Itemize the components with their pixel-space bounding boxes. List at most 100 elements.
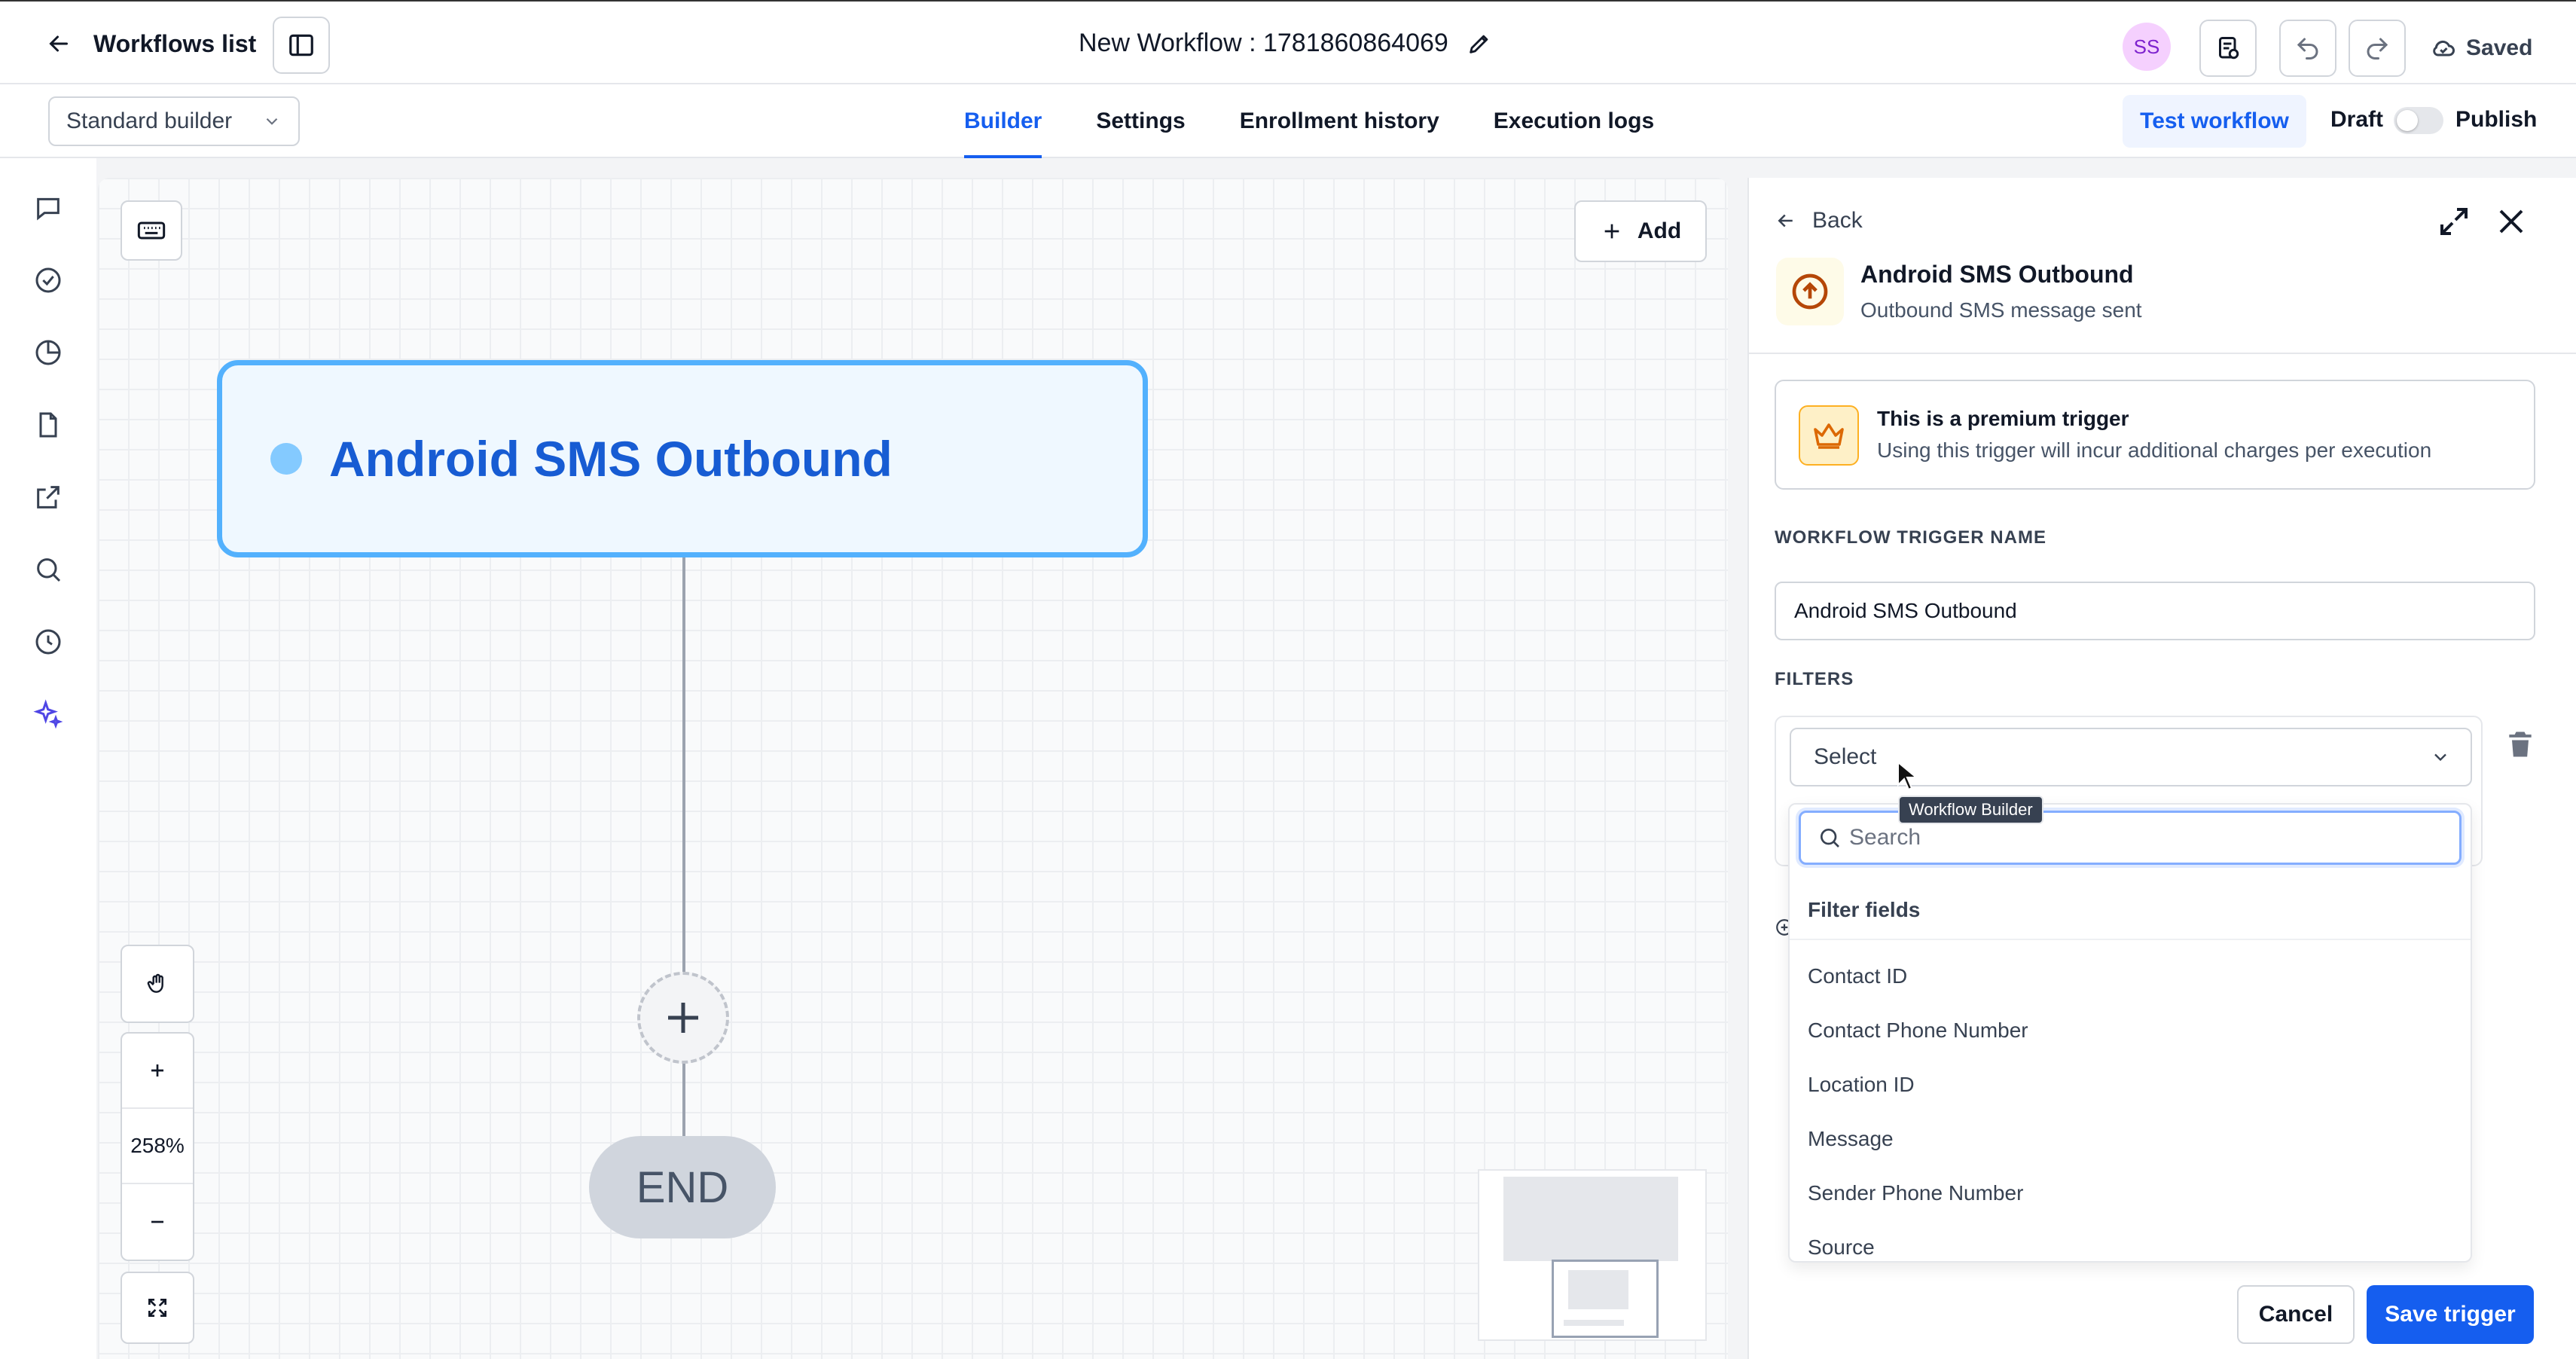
- zoom-out-button[interactable]: [122, 1184, 193, 1260]
- dropdown-option-sender-phone[interactable]: Sender Phone Number: [1808, 1181, 2023, 1205]
- dropdown-option-message[interactable]: Message: [1808, 1127, 1894, 1151]
- trigger-name-input[interactable]: Android SMS Outbound: [1775, 582, 2535, 640]
- zoom-controls: 258%: [121, 1032, 194, 1261]
- left-rail: [0, 158, 96, 1359]
- draft-label: Draft: [2330, 107, 2384, 132]
- workflow-doc-button[interactable]: [2199, 20, 2257, 77]
- check-circle-icon[interactable]: [30, 262, 66, 298]
- cancel-button[interactable]: Cancel: [2237, 1285, 2355, 1344]
- trigger-status-dot: [270, 443, 302, 475]
- filter-fields-dropdown: Filter fields Contact ID Contact Phone N…: [1788, 803, 2472, 1263]
- sparkle-icon[interactable]: [30, 696, 66, 732]
- redo-icon: [2367, 38, 2388, 60]
- zoom-in-button[interactable]: [122, 1034, 193, 1109]
- plus-icon: [1604, 224, 1619, 239]
- divider: [1749, 353, 2576, 354]
- builder-type-value: Standard builder: [66, 108, 233, 133]
- close-icon[interactable]: [2493, 203, 2529, 240]
- filter-field-select[interactable]: Select: [1790, 728, 2472, 786]
- add-node-button[interactable]: Add: [1574, 200, 1707, 262]
- top-bar: Workflows list New Workflow : 1781860864…: [0, 0, 2576, 84]
- minimap-node: [1503, 1177, 1678, 1261]
- fit-view-button[interactable]: [122, 1273, 193, 1342]
- workflows-list-back-link[interactable]: Workflows list: [45, 24, 256, 63]
- end-node: END: [589, 1136, 776, 1238]
- keyboard-shortcuts-button[interactable]: [121, 200, 182, 261]
- test-workflow-button[interactable]: Test workflow: [2123, 95, 2306, 148]
- trigger-node-label: Android SMS Outbound: [329, 431, 893, 487]
- tab-enrollment-history[interactable]: Enrollment history: [1240, 84, 1439, 158]
- trigger-settings-panel: Back Android SMS Outbound Outbound SMS m…: [1747, 178, 2576, 1359]
- dropdown-search-input[interactable]: [1849, 825, 2422, 851]
- pencil-icon[interactable]: [1467, 31, 1492, 56]
- arrow-left-icon: [1778, 214, 1793, 228]
- premium-trigger-notice: This is a premium trigger Using this tri…: [1775, 380, 2535, 490]
- redo-button[interactable]: [2349, 20, 2406, 77]
- undo-button[interactable]: [2279, 20, 2336, 77]
- mouse-cursor-icon: [1897, 761, 1918, 791]
- connector-line: [682, 557, 685, 972]
- dropdown-option-contact-id[interactable]: Contact ID: [1808, 964, 1907, 988]
- panel-title: Android SMS Outbound: [1860, 261, 2134, 288]
- crown-icon: [1799, 405, 1859, 466]
- cloud-check-icon: [2433, 40, 2455, 56]
- publish-label: Publish: [2455, 107, 2538, 132]
- dropdown-option-contact-phone[interactable]: Contact Phone Number: [1808, 1018, 2028, 1043]
- arrow-up-circle-icon: [1792, 273, 1828, 310]
- plus-icon: [151, 1064, 163, 1077]
- trigger-node[interactable]: Android SMS Outbound: [217, 360, 1148, 557]
- chevron-down-icon: [266, 118, 278, 125]
- document-check-icon: [2219, 37, 2239, 60]
- filters-label: FILTERS: [1775, 669, 1854, 689]
- publish-toggle[interactable]: [2394, 107, 2443, 134]
- hand-tool-button[interactable]: [122, 946, 193, 1022]
- search-icon: [1821, 829, 1839, 847]
- saved-status: Saved: [2430, 35, 2532, 62]
- external-link-icon[interactable]: [30, 479, 66, 515]
- builder-type-select[interactable]: Standard builder: [48, 96, 300, 146]
- sidebar-panel-icon: [289, 34, 313, 56]
- minimap[interactable]: [1478, 1169, 1707, 1341]
- expand-icon[interactable]: [2436, 203, 2472, 240]
- undo-icon: [2297, 38, 2318, 60]
- builder-toolbar: Standard builder Builder Settings Enroll…: [0, 84, 2576, 158]
- keyboard-icon: [137, 221, 166, 240]
- tab-settings[interactable]: Settings: [1096, 84, 1185, 158]
- tab-builder[interactable]: Builder: [964, 84, 1042, 158]
- builder-tabs: Builder Settings Enrollment history Exec…: [964, 84, 1654, 158]
- tab-execution-logs[interactable]: Execution logs: [1494, 84, 1654, 158]
- workflow-builder-app: Workflows list New Workflow : 1781860864…: [0, 0, 2576, 1359]
- document-icon[interactable]: [30, 407, 66, 443]
- premium-title: This is a premium trigger: [1877, 407, 2129, 430]
- add-step-button[interactable]: [637, 972, 729, 1064]
- expand-arrows-icon: [148, 1299, 166, 1317]
- search-icon[interactable]: [30, 551, 66, 588]
- avatar[interactable]: SS: [2123, 23, 2171, 71]
- dropdown-option-source[interactable]: Source: [1808, 1235, 1875, 1260]
- dropdown-group-header: Filter fields: [1808, 898, 1921, 921]
- tooltip: Workflow Builder: [1898, 796, 2043, 824]
- panel-back-button[interactable]: Back: [1775, 208, 1863, 234]
- filter-select-value: Select: [1814, 744, 1877, 769]
- chat-icon[interactable]: [30, 190, 66, 226]
- chevron-down-icon: [2434, 753, 2446, 762]
- dropdown-option-location-id[interactable]: Location ID: [1808, 1073, 1915, 1097]
- sidebar-toggle-button[interactable]: [273, 17, 330, 74]
- workflow-title-text: New Workflow : 1781860864069: [1079, 29, 1448, 57]
- connector-line: [682, 1064, 685, 1136]
- workflow-canvas[interactable]: Add Android SMS Outbound END 258%: [98, 178, 1728, 1359]
- trigger-name-label: WORKFLOW TRIGGER NAME: [1775, 527, 2046, 548]
- minimap-node: [1564, 1320, 1624, 1326]
- minus-icon: [151, 1220, 163, 1223]
- premium-description: Using this trigger will incur additional…: [1877, 438, 2432, 462]
- workflow-title: New Workflow : 1781860864069: [1079, 29, 1492, 58]
- save-trigger-button[interactable]: Save trigger: [2367, 1285, 2534, 1344]
- pie-chart-icon[interactable]: [30, 334, 66, 371]
- trash-icon[interactable]: [2504, 728, 2537, 761]
- clock-icon[interactable]: [30, 624, 66, 660]
- panel-subtitle: Outbound SMS message sent: [1860, 298, 2142, 322]
- minimap-node: [1568, 1270, 1628, 1309]
- hand-icon: [147, 973, 163, 993]
- add-label: Add: [1637, 218, 1682, 243]
- divider: [1790, 939, 2471, 940]
